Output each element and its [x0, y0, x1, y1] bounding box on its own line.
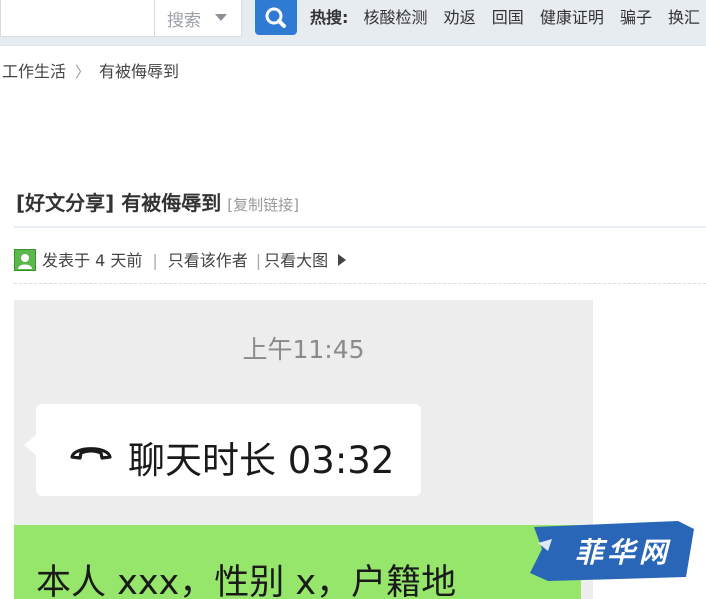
- chat-timestamp: 上午11:45: [242, 335, 365, 364]
- site-watermark: 菲华网: [528, 517, 696, 583]
- breadcrumb-parent[interactable]: 工作生活: [2, 62, 66, 81]
- hot-search-item[interactable]: 核酸检测: [364, 8, 428, 27]
- hot-search-item[interactable]: 换汇: [668, 8, 700, 27]
- breadcrumb: 工作生活〉有被侮辱到: [2, 58, 179, 82]
- user-avatar-icon[interactable]: [14, 249, 36, 271]
- hot-search-label: 热搜:: [310, 8, 349, 27]
- breadcrumb-separator: 〉: [75, 63, 91, 81]
- search-input[interactable]: 搜索: [0, 0, 242, 37]
- hot-search-item[interactable]: 回国: [492, 8, 524, 27]
- only-large-image-link[interactable]: 只看大图: [264, 251, 328, 270]
- copy-link-button[interactable]: [复制链接]: [227, 196, 299, 214]
- call-duration-text: 聊天时长 03:32: [128, 439, 395, 482]
- top-bar: 搜索 热搜: 核酸检测 劝返 回国 健康证明 骗子 换汇: [0, 0, 706, 46]
- meta-separator: |: [152, 251, 158, 270]
- phone-hangup-icon: [70, 447, 112, 460]
- search-type-select[interactable]: 搜索: [167, 6, 201, 31]
- page: 搜索 热搜: 核酸检测 劝返 回国 健康证明 骗子 换汇 工作生活〉有被侮辱到 …: [0, 0, 706, 599]
- meta-separator: |: [255, 251, 262, 270]
- message-text: 本人 xxx，性别 x，户籍地: [36, 563, 457, 599]
- search-divider: [154, 0, 155, 37]
- breadcrumb-current[interactable]: 有被侮辱到: [99, 62, 179, 81]
- post-image[interactable]: 上午11:45 聊天时长 03:32 本人 xxx，性别 x，户籍地: [14, 300, 593, 599]
- meta-divider: [14, 283, 706, 284]
- title-divider: [14, 226, 706, 228]
- post-meta: 发表于 4 天前 | 只看该作者 | 只看大图: [14, 247, 347, 271]
- watermark-text: 菲华网: [574, 536, 671, 569]
- hot-search-bar: 热搜: 核酸检测 劝返 回国 健康证明 骗子 换汇: [310, 4, 706, 28]
- post-title-row: [好文分享] 有被侮辱到 [复制链接]: [16, 187, 299, 216]
- search-button[interactable]: [255, 0, 297, 35]
- page-title: [好文分享] 有被侮辱到: [16, 191, 222, 215]
- triangle-right-icon[interactable]: [338, 254, 347, 266]
- only-author-link[interactable]: 只看该作者: [168, 251, 248, 270]
- search-icon: [265, 7, 286, 28]
- hot-search-item[interactable]: 骗子: [620, 8, 652, 27]
- hot-search-item[interactable]: 健康证明: [540, 8, 604, 27]
- hot-search-item[interactable]: 劝返: [444, 8, 476, 27]
- chevron-down-icon[interactable]: [215, 14, 227, 21]
- post-time: 发表于 4 天前: [42, 251, 143, 270]
